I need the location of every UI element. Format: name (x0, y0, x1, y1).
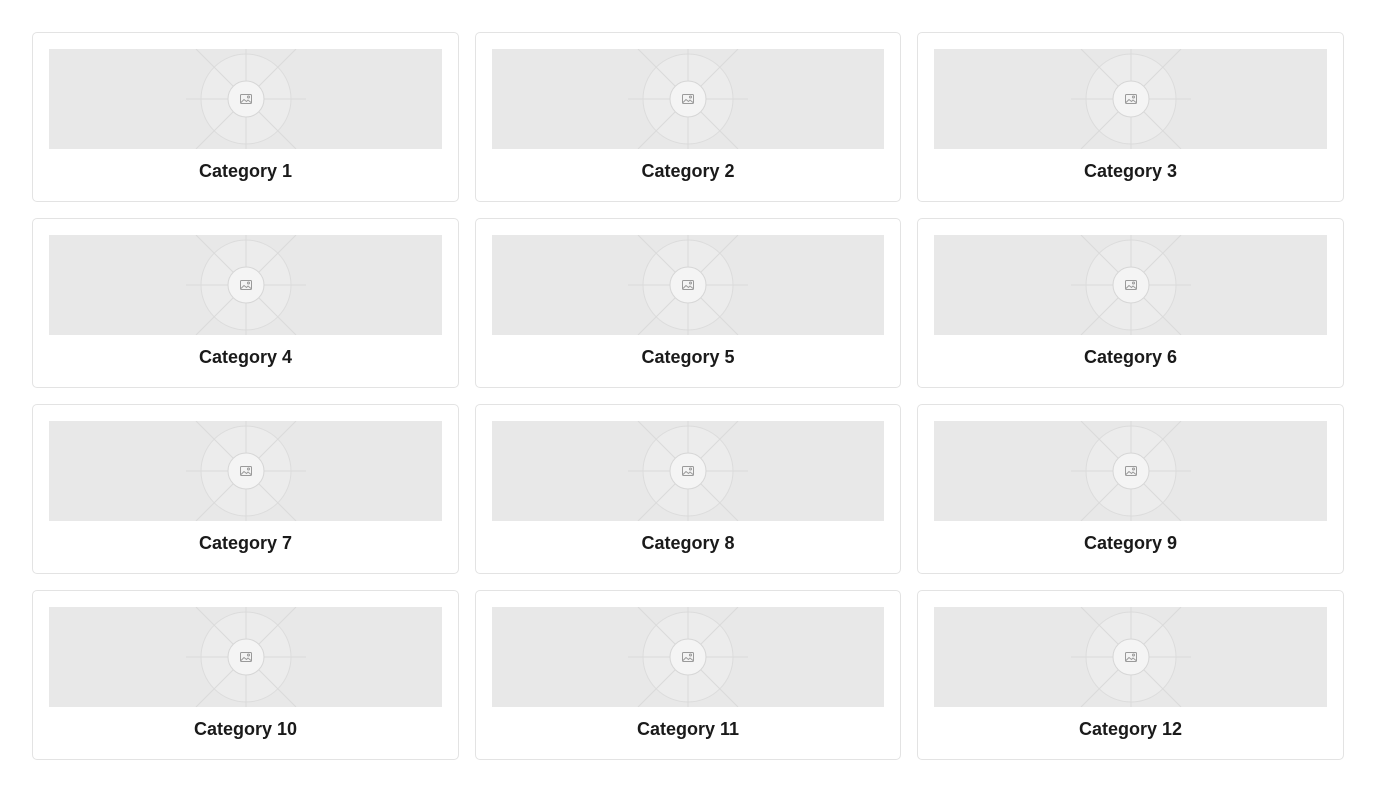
image-placeholder-icon (1070, 607, 1191, 707)
category-label: Category 3 (1083, 161, 1178, 181)
category-card-11[interactable]: Category 11 (475, 590, 901, 760)
category-card-3[interactable]: Category 3 (917, 32, 1344, 202)
category-thumbnail (492, 421, 884, 521)
image-placeholder-icon (185, 607, 306, 707)
category-label: Category 11 (636, 719, 740, 739)
category-label: Category 4 (198, 347, 293, 367)
category-card-6[interactable]: Category 6 (917, 218, 1344, 388)
category-label: Category 7 (198, 533, 293, 553)
category-thumbnail (49, 421, 442, 521)
category-grid: Category 1 Category 2 Category 3 Categor… (32, 32, 1344, 760)
image-placeholder-icon (185, 421, 306, 521)
image-placeholder-icon (628, 607, 748, 707)
category-thumbnail (49, 235, 442, 335)
category-thumbnail (934, 235, 1327, 335)
category-label: Category 6 (1083, 347, 1178, 367)
category-label: Category 2 (641, 161, 735, 181)
image-placeholder-icon (185, 235, 306, 335)
category-thumbnail (49, 607, 442, 707)
category-card-1[interactable]: Category 1 (32, 32, 459, 202)
image-placeholder-icon (1070, 235, 1191, 335)
category-card-9[interactable]: Category 9 (917, 404, 1344, 574)
category-card-12[interactable]: Category 12 (917, 590, 1344, 760)
image-placeholder-icon (1070, 421, 1191, 521)
category-card-7[interactable]: Category 7 (32, 404, 459, 574)
category-card-2[interactable]: Category 2 (475, 32, 901, 202)
category-card-10[interactable]: Category 10 (32, 590, 459, 760)
category-card-5[interactable]: Category 5 (475, 218, 901, 388)
image-placeholder-icon (628, 421, 748, 521)
category-thumbnail (934, 49, 1327, 149)
category-label: Category 12 (1078, 719, 1183, 739)
image-placeholder-icon (185, 49, 306, 149)
image-placeholder-icon (1070, 49, 1191, 149)
image-placeholder-icon (628, 49, 748, 149)
category-thumbnail (49, 49, 442, 149)
category-label: Category 8 (641, 533, 735, 553)
image-placeholder-icon (628, 235, 748, 335)
category-label: Category 9 (1083, 533, 1178, 553)
category-card-4[interactable]: Category 4 (32, 218, 459, 388)
category-thumbnail (492, 235, 884, 335)
category-label: Category 1 (198, 161, 293, 181)
category-thumbnail (934, 421, 1327, 521)
category-card-8[interactable]: Category 8 (475, 404, 901, 574)
category-thumbnail (934, 607, 1327, 707)
category-label: Category 10 (193, 719, 298, 739)
category-thumbnail (492, 607, 884, 707)
category-label: Category 5 (641, 347, 735, 367)
category-thumbnail (492, 49, 884, 149)
